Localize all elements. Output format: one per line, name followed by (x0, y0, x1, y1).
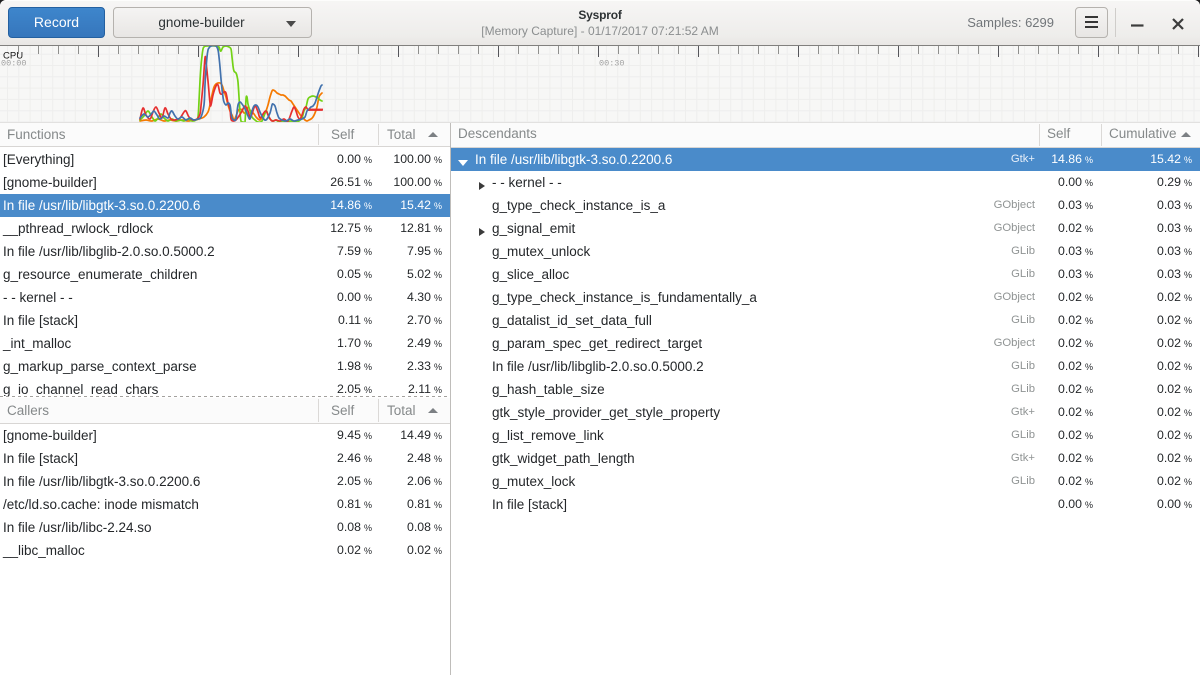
svg-text:00:00: 00:00 (1, 58, 27, 68)
svg-text:00:30: 00:30 (599, 58, 625, 68)
